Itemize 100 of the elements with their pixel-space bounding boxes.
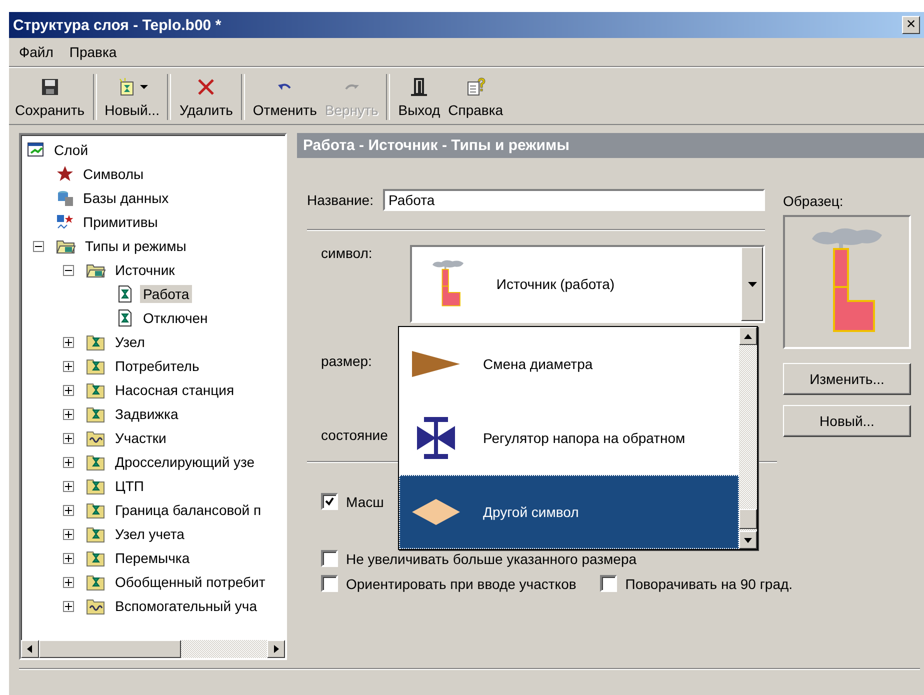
toolbar-button[interactable]: Новый... (100, 74, 164, 120)
close-button[interactable]: × (902, 16, 920, 34)
undo-arrow-icon (278, 83, 292, 91)
redo-arrow-icon (344, 84, 359, 90)
field-label: состояние (320, 427, 388, 445)
toolbar-button[interactable]: Справка (444, 74, 508, 120)
folder-hourglass-icon (86, 549, 106, 567)
scroll-thumb[interactable] (739, 509, 757, 529)
expand-toggle[interactable] (63, 600, 74, 612)
tree-item[interactable]: Обобщенный потребит (112, 573, 268, 591)
scroll-thumb[interactable] (39, 640, 181, 658)
tree-item[interactable]: Символы (80, 165, 147, 183)
field-label: символ: (320, 245, 374, 263)
database-icon (56, 189, 74, 207)
scroll-left-icon[interactable] (21, 640, 39, 658)
scroll-right-icon[interactable] (267, 640, 285, 658)
toolbar-button[interactable]: Удалить (175, 74, 237, 120)
field-label: размер: (320, 353, 372, 371)
checkbox[interactable] (321, 493, 338, 510)
primitives-icon (56, 213, 74, 231)
expand-toggle[interactable] (63, 504, 74, 516)
tree-item[interactable]: Типы и режимы (82, 237, 190, 255)
scroll-up-icon[interactable] (739, 327, 757, 345)
hourglass-document-icon (116, 285, 134, 303)
checkbox-label: Не увеличивать больше указанного размера (346, 550, 637, 566)
tree-item[interactable]: Насосная станция (112, 381, 238, 399)
expand-toggle[interactable] (63, 576, 74, 588)
expand-toggle[interactable] (63, 408, 74, 420)
expand-toggle[interactable] (63, 552, 74, 564)
collapse-toggle[interactable] (33, 240, 44, 252)
expand-toggle[interactable] (63, 480, 74, 492)
regulator-symbol-icon (416, 416, 456, 460)
door-icon (409, 77, 430, 97)
hourglass-document-icon (116, 309, 134, 327)
tree-item[interactable]: Узел учета (112, 525, 188, 543)
delete-x-icon (196, 77, 216, 97)
folder-hourglass-icon (86, 573, 106, 591)
folder-hourglass-icon (86, 381, 106, 399)
horizontal-scrollbar[interactable] (21, 640, 285, 658)
tree-item[interactable]: ЦТП (112, 477, 147, 495)
panel-header: Работа - Источник - Типы и режимы (297, 133, 924, 158)
expand-toggle[interactable] (63, 528, 74, 540)
checkbox[interactable] (321, 575, 338, 592)
scroll-down-icon[interactable] (739, 531, 757, 549)
triangle-symbol-icon (411, 350, 461, 378)
folder-hourglass-icon (86, 525, 106, 543)
dialog-button[interactable]: Изменить... (783, 363, 911, 395)
window-title: Структура слоя - Teplo.b00 * (13, 16, 222, 34)
checkbox[interactable] (321, 550, 338, 567)
folder-hourglass-icon (86, 405, 106, 423)
menu-item[interactable]: Правка (63, 42, 123, 62)
folder-hourglass-icon (86, 453, 106, 471)
diamond-symbol-icon (411, 498, 461, 526)
tree-item[interactable]: Перемычка (112, 549, 193, 567)
expand-toggle[interactable] (63, 336, 74, 348)
tree-item[interactable]: Участки (112, 429, 170, 447)
folder-hourglass-icon (86, 501, 106, 519)
layer-icon (27, 141, 45, 159)
checkbox-label: Поворачивать на 90 град. (625, 576, 793, 592)
check-mark-icon (325, 497, 334, 506)
toolbar-button[interactable]: Отменить (248, 74, 321, 120)
folder-hourglass-icon (86, 333, 106, 351)
symbol-dropdown[interactable]: Источник (работа) (410, 245, 765, 323)
vertical-scrollbar[interactable] (739, 327, 757, 549)
expand-toggle[interactable] (63, 384, 74, 396)
tree-item[interactable]: Задвижка (112, 405, 182, 423)
tree-item[interactable]: Источник (112, 261, 178, 279)
field-label: Название: (307, 192, 374, 208)
tree-item[interactable]: Базы данных (80, 189, 172, 207)
folder-wave-icon (86, 597, 106, 615)
expand-toggle[interactable] (63, 432, 74, 444)
help-icon (466, 77, 486, 97)
folder-wave-icon (86, 429, 106, 447)
checkbox-label: Масш (346, 494, 384, 510)
name-field[interactable]: Работа (383, 189, 765, 211)
folder-hourglass-icon (86, 477, 106, 495)
tree-item[interactable]: Вспомогательный уча (112, 597, 260, 615)
tree-item[interactable]: Граница балансовой п (112, 501, 264, 519)
toolbar-button[interactable]: Выход (394, 74, 444, 120)
collapse-toggle[interactable] (63, 264, 74, 276)
tree-item[interactable]: Потребитель (112, 357, 202, 375)
expand-toggle[interactable] (63, 360, 74, 372)
star-icon (56, 165, 74, 183)
caret-icon (140, 85, 148, 89)
tree-item[interactable]: Слой (51, 141, 92, 159)
dialog-button[interactable]: Новый... (783, 405, 911, 437)
symbol-option[interactable]: Другой символ (399, 475, 739, 549)
tree-item[interactable]: Примитивы (80, 213, 161, 231)
toolbar-button[interactable]: Сохранить (11, 74, 89, 120)
tree-item[interactable]: Дросселирующий узе (112, 453, 258, 471)
field-label: Образец: (783, 193, 844, 209)
tree-item[interactable]: Узел (112, 333, 148, 351)
menu-item[interactable]: Файл (13, 42, 60, 62)
expand-toggle[interactable] (63, 456, 74, 468)
folder-hourglass-icon (86, 357, 106, 375)
caret-icon (748, 282, 756, 286)
tree-item[interactable]: Работа (140, 285, 192, 303)
checkbox-label: Ориентировать при вводе участков (346, 576, 576, 592)
tree-item[interactable]: Отключен (140, 309, 211, 327)
checkbox[interactable] (600, 575, 618, 592)
